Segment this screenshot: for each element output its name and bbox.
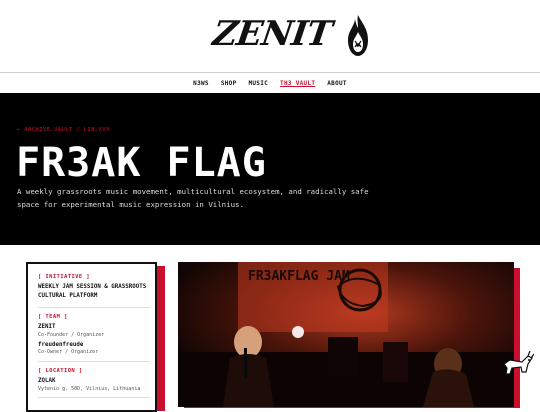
nav-item-vault[interactable]: TH3 VAULT (280, 80, 315, 87)
location-address: Vytenio g. 50D, Vilnius, Lithuania (38, 385, 141, 392)
site-logo[interactable]: ZENIT (210, 14, 334, 54)
initiative-value: WEEKLY JAM SESSION & GRASSROOTS CULTURAL… (38, 284, 147, 299)
nav-item-news[interactable]: N3WS (193, 80, 209, 87)
site-header: ZENIT (0, 0, 540, 72)
page-title: FR3AK FLAG (16, 140, 267, 186)
initiative-section: [ INITIATIVE ] WEEKLY JAM SESSION & GRAS… (38, 274, 150, 300)
info-card: [ INITIATIVE ] WEEKLY JAM SESSION & GRAS… (26, 262, 157, 412)
event-photo: FR3AKFLAG JAM (178, 262, 514, 407)
team-member-role: Co-Founder / Organizer (38, 331, 105, 338)
breadcrumb[interactable]: ← ARCHIVE.VAULT / LIB.XXX (17, 127, 110, 133)
initiative-label: [ INITIATIVE ] (38, 274, 90, 280)
goat-mascot-icon (503, 350, 534, 375)
banner-text: FR3AKFLAG JAM (248, 269, 350, 284)
flame-logo-icon[interactable] (345, 14, 371, 58)
divider (38, 397, 150, 398)
divider (38, 307, 150, 308)
location-section: [ LOCATION ] ZOLAK Vytenio g. 50D, Vilni… (38, 368, 150, 393)
team-member-role: Co-Owner / Organizer (38, 349, 99, 355)
team-section: [ TEAM ] ZENIT Co-Founder / Organizer fr… (38, 314, 150, 356)
main-nav: N3WS SHOP MUSIC TH3 VAULT ABOUT (0, 72, 540, 94)
nav-item-music[interactable]: MUSIC (248, 80, 268, 87)
divider (38, 361, 150, 362)
nav-item-shop[interactable]: SHOP (221, 80, 237, 87)
team-member-name: freudenfreude (38, 341, 84, 348)
location-name: ZOLAK (38, 378, 56, 384)
location-label: [ LOCATION ] (38, 368, 83, 374)
team-label: [ TEAM ] (38, 314, 68, 320)
event-photo-art: FR3AKFLAG JAM (178, 262, 514, 407)
nav-item-about[interactable]: ABOUT (327, 80, 347, 87)
performer-silhouette (234, 326, 262, 358)
team-member-name: ZENIT (38, 324, 56, 330)
page-description: A weekly grassroots music movement, mult… (17, 187, 369, 209)
